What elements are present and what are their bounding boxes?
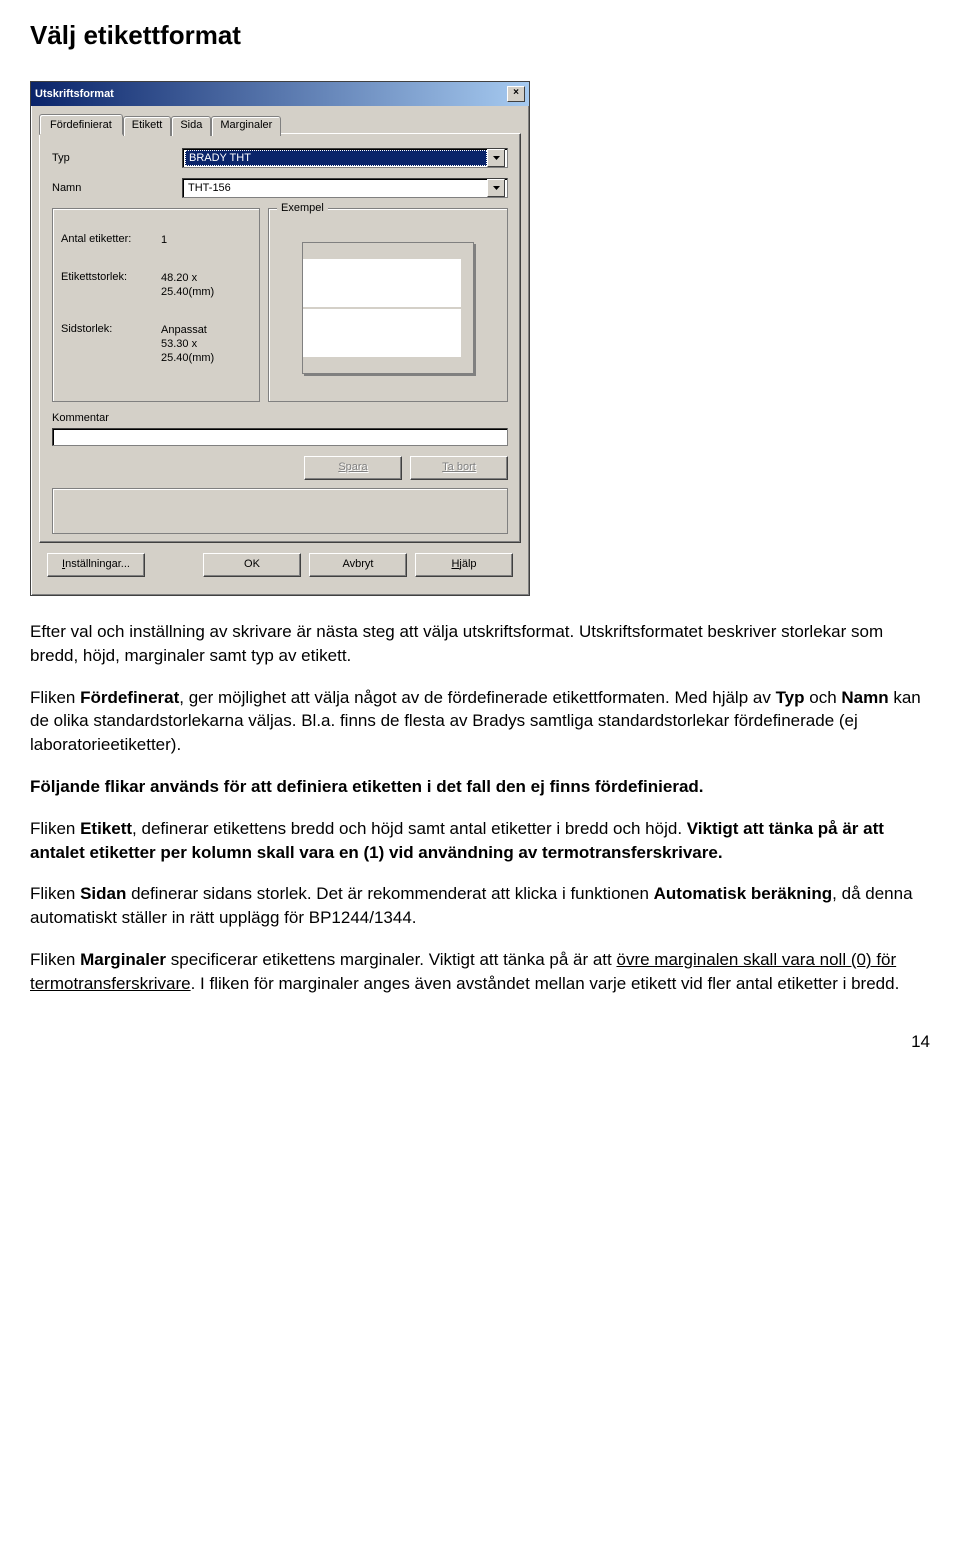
name-label: Namn bbox=[52, 182, 182, 194]
tab-predefined[interactable]: Fördefinierat bbox=[39, 114, 123, 135]
example-panel: Exempel bbox=[268, 208, 508, 402]
settings-button-label: Inställningar... bbox=[62, 558, 130, 570]
label-size-value: 48.20 x 25.40(mm) bbox=[161, 271, 214, 299]
info-panel: Antal etiketter: 1 Etikettstorlek: 48.20… bbox=[52, 208, 260, 402]
dialog-titlebar: Utskriftsformat × bbox=[31, 82, 529, 106]
paragraph-1: Efter val och inställning av skrivare är… bbox=[30, 620, 930, 668]
page-size-value: Anpassat 53.30 x 25.40(mm) bbox=[161, 323, 214, 365]
paragraph-3: Följande flikar används för att definier… bbox=[30, 775, 930, 799]
chevron-down-icon[interactable] bbox=[487, 179, 505, 197]
name-combobox[interactable]: THT-156 bbox=[182, 178, 508, 198]
label-size-key: Etikettstorlek: bbox=[61, 271, 161, 299]
print-format-dialog: Utskriftsformat × Fördefinierat Etikett … bbox=[30, 81, 530, 596]
label-count-value: 1 bbox=[161, 233, 167, 247]
label-count-key: Antal etiketter: bbox=[61, 233, 161, 247]
paragraph-2: Fliken Fördefinerat, ger möjlighet att v… bbox=[30, 686, 930, 757]
lower-groupbox bbox=[52, 488, 508, 534]
close-button[interactable]: × bbox=[507, 86, 525, 102]
chevron-down-icon[interactable] bbox=[487, 149, 505, 167]
comment-input[interactable] bbox=[52, 428, 508, 446]
save-button: Spara bbox=[304, 456, 402, 480]
comment-label: Kommentar bbox=[52, 412, 508, 424]
ok-button[interactable]: OK bbox=[203, 553, 301, 577]
document-body: Efter val och inställning av skrivare är… bbox=[30, 620, 930, 996]
tabs-row: Fördefinierat Etikett Sida Marginaler bbox=[39, 114, 521, 134]
label-preview bbox=[277, 223, 499, 393]
tab-margins[interactable]: Marginaler bbox=[211, 116, 281, 136]
type-value: BRADY THT bbox=[185, 150, 487, 166]
dialog-title: Utskriftsformat bbox=[35, 88, 114, 100]
tab-label[interactable]: Etikett bbox=[123, 116, 172, 136]
help-button-label: Hjälp bbox=[451, 558, 476, 570]
paragraph-5: Fliken Sidan definerar sidans storlek. D… bbox=[30, 882, 930, 930]
name-value: THT-156 bbox=[185, 181, 487, 195]
help-button[interactable]: Hjälp bbox=[415, 553, 513, 577]
type-label: Typ bbox=[52, 152, 182, 164]
tab-page[interactable]: Sida bbox=[171, 116, 211, 136]
paragraph-4: Fliken Etikett, definerar etikettens bre… bbox=[30, 817, 930, 865]
cancel-button[interactable]: Avbryt bbox=[309, 553, 407, 577]
delete-button: Ta bort bbox=[410, 456, 508, 480]
page-number: 14 bbox=[30, 1032, 930, 1052]
preview-graphic bbox=[302, 242, 474, 374]
page-size-key: Sidstorlek: bbox=[61, 323, 161, 365]
tab-panel-predefined: Typ BRADY THT Namn THT-156 bbox=[39, 133, 521, 543]
type-combobox[interactable]: BRADY THT bbox=[182, 148, 508, 168]
paragraph-6: Fliken Marginaler specificerar etiketten… bbox=[30, 948, 930, 996]
settings-button[interactable]: Inställningar... bbox=[47, 553, 145, 577]
example-legend: Exempel bbox=[277, 202, 328, 214]
page-heading: Välj etikettformat bbox=[30, 20, 930, 51]
